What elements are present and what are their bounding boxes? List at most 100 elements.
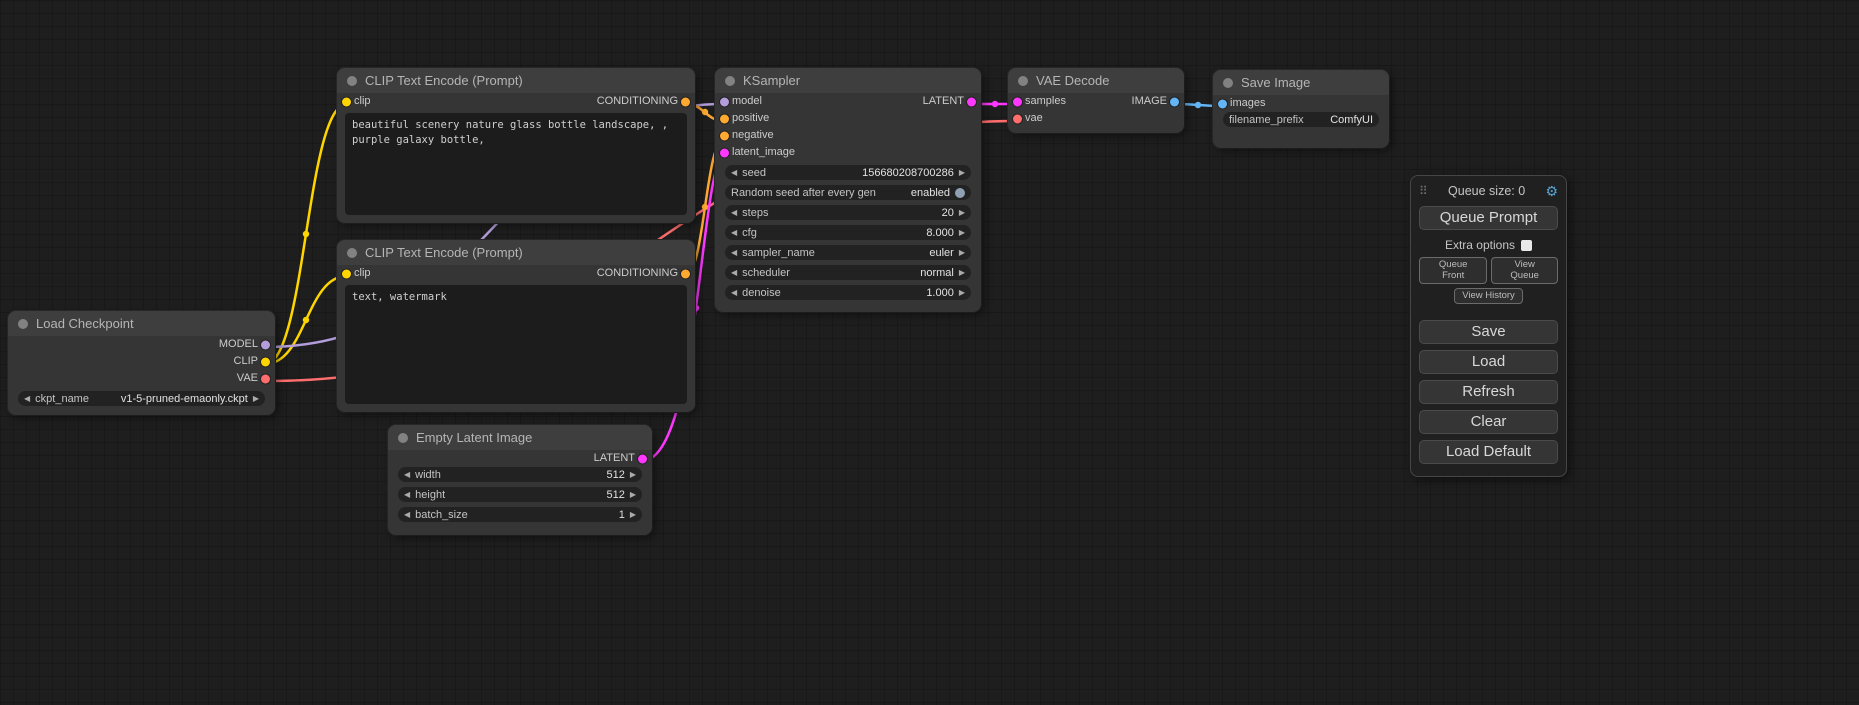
image-output-dot[interactable] (1170, 97, 1179, 106)
widget-sampler-name[interactable]: ◀ sampler_name euler ▶ (725, 245, 971, 260)
clip-output-dot[interactable] (261, 357, 270, 366)
widget-cfg[interactable]: ◀ cfg 8.000 ▶ (725, 225, 971, 240)
slot-row-samples: samples IMAGE (1008, 93, 1184, 110)
node-empty-latent-image[interactable]: Empty Latent Image LATENT ◀ width 512 ▶ … (388, 425, 652, 535)
widget-batch-size[interactable]: ◀ batch_size 1 ▶ (398, 507, 642, 522)
node-status-dot[interactable] (18, 319, 28, 329)
next-arrow-icon[interactable]: ▶ (959, 245, 965, 260)
view-history-button[interactable]: View History (1454, 288, 1523, 304)
prev-arrow-icon[interactable]: ◀ (404, 507, 410, 522)
node-clip-text-encode-negative[interactable]: CLIP Text Encode (Prompt) clip CONDITION… (337, 240, 695, 412)
prev-arrow-icon[interactable]: ◀ (404, 467, 410, 482)
prev-arrow-icon[interactable]: ◀ (731, 225, 737, 240)
node-status-dot[interactable] (1018, 76, 1028, 86)
save-button[interactable]: Save (1419, 320, 1558, 344)
slot-label: vae (1025, 110, 1043, 127)
next-arrow-icon[interactable]: ▶ (959, 265, 965, 280)
vae-output-dot[interactable] (261, 374, 270, 383)
negative-input-dot[interactable] (720, 131, 729, 140)
node-save-image[interactable]: Save Image images filename_prefix ComfyU… (1213, 70, 1389, 148)
next-arrow-icon[interactable]: ▶ (959, 285, 965, 300)
node-status-dot[interactable] (347, 248, 357, 258)
prev-arrow-icon[interactable]: ◀ (731, 165, 737, 180)
node-status-dot[interactable] (398, 433, 408, 443)
queue-front-button[interactable]: Queue Front (1419, 257, 1487, 284)
wire-dot (303, 317, 309, 323)
model-input-dot[interactable] (720, 97, 729, 106)
widget-denoise[interactable]: ◀ denoise 1.000 ▶ (725, 285, 971, 300)
next-arrow-icon[interactable]: ▶ (630, 467, 636, 482)
samples-input-dot[interactable] (1013, 97, 1022, 106)
slot-row: clip CONDITIONING (337, 265, 695, 282)
node-status-dot[interactable] (725, 76, 735, 86)
gear-icon[interactable]: ⚙ (1545, 183, 1558, 200)
latent-output-dot[interactable] (638, 454, 647, 463)
prev-arrow-icon[interactable]: ◀ (404, 487, 410, 502)
load-button[interactable]: Load (1419, 350, 1558, 374)
widget-value: enabled (911, 187, 950, 199)
vae-input-dot[interactable] (1013, 114, 1022, 123)
positive-prompt-textarea[interactable]: beautiful scenery nature glass bottle la… (345, 113, 687, 215)
queue-prompt-button[interactable]: Queue Prompt (1419, 206, 1558, 230)
positive-input-dot[interactable] (720, 114, 729, 123)
next-arrow-icon[interactable]: ▶ (630, 507, 636, 522)
clear-button[interactable]: Clear (1419, 410, 1558, 434)
node-titlebar[interactable]: CLIP Text Encode (Prompt) (337, 240, 695, 265)
output-slot-clip: CLIP (8, 353, 275, 370)
conditioning-output-dot[interactable] (681, 97, 690, 106)
model-output-dot[interactable] (261, 340, 270, 349)
node-titlebar[interactable]: CLIP Text Encode (Prompt) (337, 68, 695, 93)
output-slot-vae: VAE (8, 370, 275, 387)
negative-prompt-textarea[interactable]: text, watermark (345, 285, 687, 404)
clip-input-dot[interactable] (342, 97, 351, 106)
prev-arrow-icon[interactable]: ◀ (24, 391, 30, 406)
widget-width[interactable]: ◀ width 512 ▶ (398, 467, 642, 482)
widget-height[interactable]: ◀ height 512 ▶ (398, 487, 642, 502)
latent-output-dot[interactable] (967, 97, 976, 106)
widget-value: 512 (606, 489, 624, 501)
prev-arrow-icon[interactable]: ◀ (731, 205, 737, 220)
node-titlebar[interactable]: Load Checkpoint (8, 311, 275, 336)
prev-arrow-icon[interactable]: ◀ (731, 285, 737, 300)
load-default-button[interactable]: Load Default (1419, 440, 1558, 464)
next-arrow-icon[interactable]: ▶ (959, 165, 965, 180)
next-arrow-icon[interactable]: ▶ (959, 205, 965, 220)
prev-arrow-icon[interactable]: ◀ (731, 265, 737, 280)
widget-random-seed-toggle[interactable]: Random seed after every gen enabled (725, 185, 971, 200)
drag-handle-icon[interactable]: ⠿ (1419, 184, 1428, 198)
conditioning-output-dot[interactable] (681, 269, 690, 278)
next-arrow-icon[interactable]: ▶ (253, 391, 259, 406)
slot-label: LATENT (923, 93, 964, 110)
widget-steps[interactable]: ◀ steps 20 ▶ (725, 205, 971, 220)
node-titlebar[interactable]: VAE Decode (1008, 68, 1184, 93)
images-input-dot[interactable] (1218, 99, 1227, 108)
queue-size-label: Queue size: 0 (1428, 184, 1546, 198)
prev-arrow-icon[interactable]: ◀ (731, 245, 737, 260)
node-vae-decode[interactable]: VAE Decode samples IMAGE vae (1008, 68, 1184, 133)
wire-dot (702, 109, 708, 115)
node-titlebar[interactable]: Save Image (1213, 70, 1389, 95)
toggle-dot[interactable] (955, 188, 965, 198)
node-clip-text-encode-positive[interactable]: CLIP Text Encode (Prompt) clip CONDITION… (337, 68, 695, 223)
node-load-checkpoint[interactable]: Load Checkpoint MODEL CLIP VAE ◀ ckpt_na… (8, 311, 275, 415)
widget-seed[interactable]: ◀ seed 156680208700286 ▶ (725, 165, 971, 180)
node-titlebar[interactable]: KSampler (715, 68, 981, 93)
clip-input-dot[interactable] (342, 269, 351, 278)
extra-options-checkbox[interactable] (1521, 240, 1532, 251)
slot-label: model (732, 93, 762, 110)
slot-label: LATENT (594, 450, 635, 467)
view-queue-button[interactable]: View Queue (1491, 257, 1558, 284)
node-ksampler[interactable]: KSampler model LATENT positive negative … (715, 68, 981, 312)
widget-scheduler[interactable]: ◀ scheduler normal ▶ (725, 265, 971, 280)
latent-image-input-dot[interactable] (720, 148, 729, 157)
next-arrow-icon[interactable]: ▶ (630, 487, 636, 502)
widget-ckpt-name[interactable]: ◀ ckpt_name v1-5-pruned-emaonly.ckpt ▶ (18, 391, 265, 406)
node-status-dot[interactable] (347, 76, 357, 86)
next-arrow-icon[interactable]: ▶ (959, 225, 965, 240)
widget-filename-prefix[interactable]: filename_prefix ComfyUI (1223, 112, 1379, 127)
refresh-button[interactable]: Refresh (1419, 380, 1558, 404)
node-titlebar[interactable]: Empty Latent Image (388, 425, 652, 450)
node-status-dot[interactable] (1223, 78, 1233, 88)
widget-label: batch_size (415, 509, 468, 521)
widget-label: width (415, 469, 441, 481)
